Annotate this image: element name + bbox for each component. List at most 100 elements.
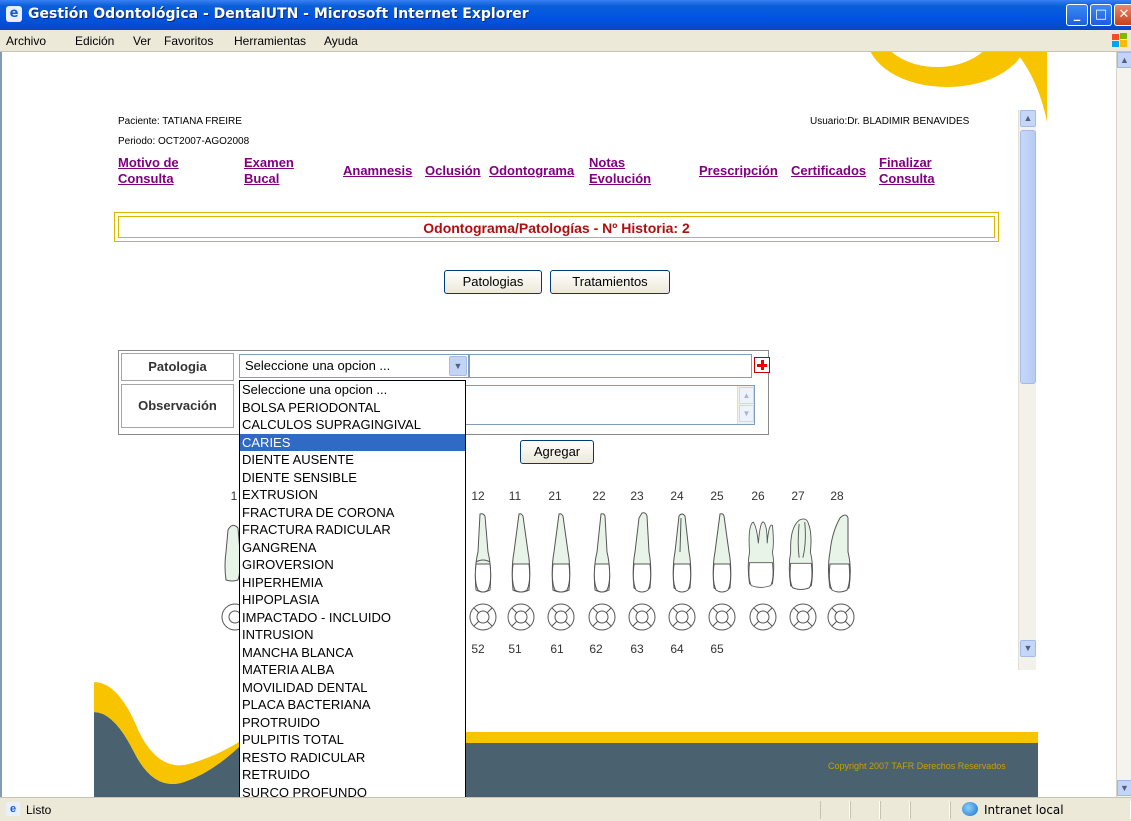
- tooth-number: 25: [710, 489, 724, 503]
- dropdown-option[interactable]: MOVILIDAD DENTAL: [240, 679, 465, 697]
- tooth-surface-chart[interactable]: [627, 602, 657, 632]
- nav-finalizar-consulta[interactable]: Finalizar Consulta: [879, 155, 935, 187]
- tooth-surface-chart[interactable]: [826, 602, 856, 632]
- tooth-28[interactable]: [824, 512, 854, 594]
- tooth-number: 11: [508, 489, 522, 503]
- dropdown-option[interactable]: MATERIA ALBA: [240, 661, 465, 679]
- dropdown-option[interactable]: EXTRUSION: [240, 486, 465, 504]
- dropdown-option[interactable]: CALCULOS SUPRAGINGIVAL: [240, 416, 465, 434]
- patologia-dropdown-list[interactable]: Seleccione una opcion ... BOLSA PERIODON…: [239, 380, 466, 797]
- tooth-number: 63: [630, 642, 644, 656]
- close-button[interactable]: ✕: [1114, 4, 1131, 26]
- nav-certificados[interactable]: Certificados: [791, 163, 866, 179]
- browser-scrollbar[interactable]: ▲ ▼: [1116, 52, 1131, 797]
- period-label: Periodo: OCT2007-AGO2008: [118, 136, 250, 147]
- patient-label: Paciente: TATIANA FREIRE: [118, 116, 242, 127]
- scroll-down-icon[interactable]: ▼: [1117, 780, 1131, 796]
- frame-scroll-down-icon[interactable]: ▼: [1020, 640, 1036, 657]
- dropdown-option[interactable]: SURCO PROFUNDO: [240, 784, 465, 798]
- menu-ver[interactable]: Ver: [133, 34, 151, 48]
- tooth-number: 51: [508, 642, 522, 656]
- nav-motivo-consulta[interactable]: Motivo de Consulta: [118, 155, 179, 187]
- scroll-up-icon[interactable]: ▲: [1117, 52, 1131, 68]
- dropdown-option-selected[interactable]: CARIES: [240, 433, 465, 451]
- dropdown-option[interactable]: MANCHA BLANCA: [240, 644, 465, 662]
- tooth-number: 26: [751, 489, 765, 503]
- dropdown-option[interactable]: GIROVERSION: [240, 556, 465, 574]
- dropdown-option[interactable]: IMPACTADO - INCLUIDO: [240, 609, 465, 627]
- window-title: Gestión Odontológica - DentalUTN - Micro…: [28, 6, 529, 22]
- tooth-surface-chart[interactable]: [748, 602, 778, 632]
- tooth-number: 12: [471, 489, 485, 503]
- tooth-25[interactable]: [707, 512, 737, 594]
- dropdown-option[interactable]: RESTO RADICULAR: [240, 749, 465, 767]
- tooth-24[interactable]: [667, 512, 697, 594]
- maximize-button[interactable]: □: [1090, 4, 1112, 26]
- patologias-button[interactable]: Patologias: [444, 270, 542, 294]
- section-title: Odontograma/Patologías - Nº Historia: 2: [423, 220, 690, 236]
- minimize-button[interactable]: _: [1066, 4, 1088, 26]
- tooth-number: 61: [550, 642, 564, 656]
- ie-icon: e: [6, 6, 22, 22]
- patologia-label: Patologia: [121, 353, 234, 381]
- tooth-27[interactable]: [786, 512, 816, 594]
- tooth-23[interactable]: [627, 512, 657, 594]
- tratamientos-button[interactable]: Tratamientos: [550, 270, 670, 294]
- dropdown-option[interactable]: HIPERHEMIA: [240, 574, 465, 592]
- tooth-26[interactable]: [746, 512, 776, 594]
- tooth-number: 24: [670, 489, 684, 503]
- tooth-12[interactable]: [468, 512, 498, 594]
- status-bar: e Listo Intranet local: [0, 797, 1131, 821]
- menu-archivo[interactable]: Archivo: [6, 34, 46, 48]
- tooth-surface-chart[interactable]: [468, 602, 498, 632]
- dropdown-option[interactable]: INTRUSION: [240, 626, 465, 644]
- patologia-select[interactable]: Seleccione una opcion ... ▼: [239, 354, 469, 378]
- agregar-button[interactable]: Agregar: [520, 440, 594, 464]
- nav-prescripcion[interactable]: Prescripción: [699, 163, 778, 179]
- nav-examen-bucal[interactable]: Examen Bucal: [244, 155, 294, 187]
- dropdown-option[interactable]: GANGRENA: [240, 539, 465, 557]
- section-header: Odontograma/Patologías - Nº Historia: 2: [114, 212, 999, 242]
- dropdown-option[interactable]: DIENTE SENSIBLE: [240, 469, 465, 487]
- dropdown-option[interactable]: PULPITIS TOTAL: [240, 731, 465, 749]
- dropdown-option[interactable]: FRACTURA DE CORONA: [240, 504, 465, 522]
- frame-scroll-up-icon[interactable]: ▲: [1020, 110, 1036, 127]
- footer-banner: [94, 682, 1038, 797]
- tooth-surface-chart[interactable]: [788, 602, 818, 632]
- frame-scroll-thumb[interactable]: [1020, 130, 1036, 384]
- nav-oclusion[interactable]: Oclusión: [425, 163, 481, 179]
- tooth-21[interactable]: [546, 512, 576, 594]
- tooth-surface-chart[interactable]: [546, 602, 576, 632]
- observacion-label: Observación: [121, 384, 234, 428]
- tooth-number: 23: [630, 489, 644, 503]
- user-label: Usuario:Dr. BLADIMIR BENAVIDES: [810, 116, 970, 127]
- menu-edicion[interactable]: Edición: [75, 34, 114, 48]
- chevron-down-icon[interactable]: ▼: [449, 356, 467, 376]
- dropdown-option[interactable]: FRACTURA RADICULAR: [240, 521, 465, 539]
- add-pathology-icon[interactable]: [754, 357, 770, 373]
- frame-scrollbar[interactable]: ▲ ▼: [1018, 110, 1036, 670]
- tooth-surface-chart[interactable]: [506, 602, 536, 632]
- dropdown-option[interactable]: BOLSA PERIODONTAL: [240, 399, 465, 417]
- menu-bar: Archivo Edición Ver Favoritos Herramient…: [0, 30, 1131, 52]
- nav-odontograma[interactable]: Odontograma: [489, 163, 574, 179]
- tooth-22[interactable]: [587, 512, 617, 594]
- dropdown-option[interactable]: DIENTE AUSENTE: [240, 451, 465, 469]
- textarea-scrollbar[interactable]: ▲ ▼: [737, 386, 754, 424]
- menu-herramientas[interactable]: Herramientas: [234, 34, 306, 48]
- tooth-surface-chart[interactable]: [587, 602, 617, 632]
- tooth-number: 22: [592, 489, 606, 503]
- tooth-11[interactable]: [506, 512, 536, 594]
- tooth-surface-chart[interactable]: [707, 602, 737, 632]
- menu-favoritos[interactable]: Favoritos: [164, 34, 213, 48]
- nav-anamnesis[interactable]: Anamnesis: [343, 163, 412, 179]
- menu-ayuda[interactable]: Ayuda: [324, 34, 358, 48]
- dropdown-option[interactable]: RETRUIDO: [240, 766, 465, 784]
- dropdown-option[interactable]: HIPOPLASIA: [240, 591, 465, 609]
- dropdown-option[interactable]: Seleccione una opcion ...: [240, 381, 465, 399]
- nav-notas-evolucion[interactable]: Notas Evolución: [589, 155, 651, 187]
- page-icon: e: [6, 802, 20, 816]
- dropdown-option[interactable]: PLACA BACTERIANA: [240, 696, 465, 714]
- dropdown-option[interactable]: PROTRUIDO: [240, 714, 465, 732]
- tooth-surface-chart[interactable]: [667, 602, 697, 632]
